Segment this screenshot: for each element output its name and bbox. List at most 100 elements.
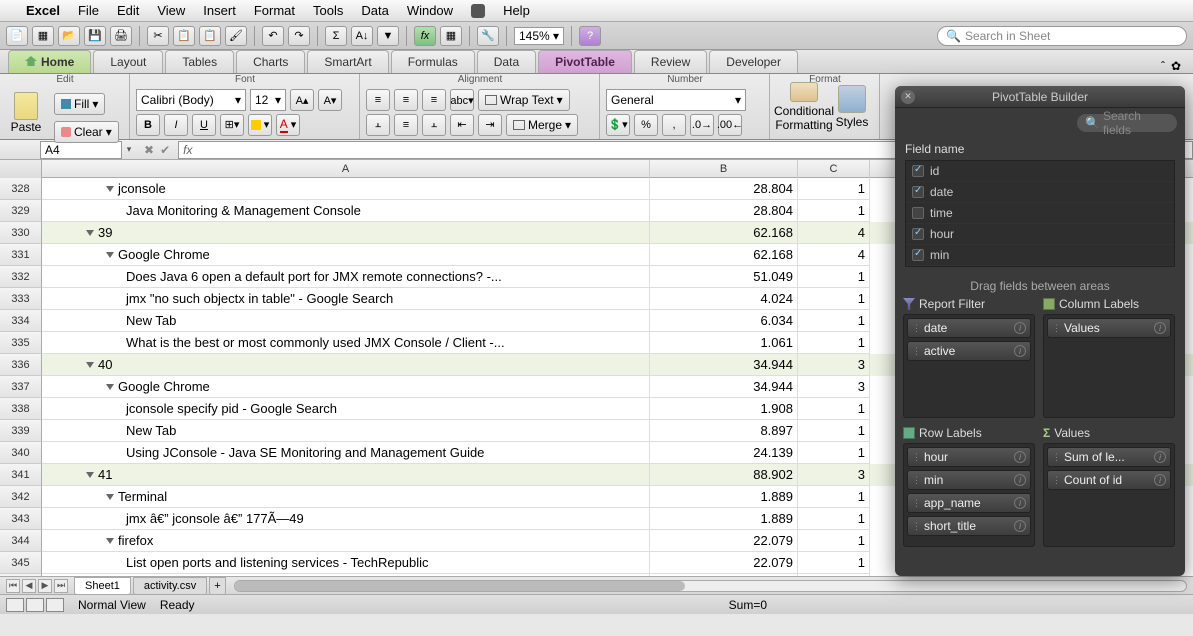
sheet-tab-2[interactable]: activity.csv: [133, 577, 207, 595]
collapse-icon[interactable]: [86, 472, 94, 478]
increase-decimal-button[interactable]: .0→: [690, 114, 714, 136]
tab-smartart[interactable]: SmartArt: [307, 50, 388, 73]
cell-b[interactable]: 8.897: [650, 420, 798, 442]
help-button[interactable]: ?: [579, 26, 601, 46]
fill-color-button[interactable]: ▾: [248, 114, 272, 136]
checkbox-icon[interactable]: [912, 249, 924, 261]
row-header[interactable]: 332: [0, 266, 42, 288]
pivot-field-item[interactable]: date: [906, 182, 1174, 203]
sort-button[interactable]: A↓: [351, 26, 373, 46]
drag-handle-icon[interactable]: ⋮: [912, 498, 921, 509]
tab-formulas[interactable]: Formulas: [391, 50, 475, 73]
cell-b[interactable]: 22.079: [650, 552, 798, 574]
ribbon-settings-icon[interactable]: ✿: [1171, 59, 1181, 73]
font-color-button[interactable]: A▾: [276, 114, 300, 136]
cell-a[interactable]: jconsole: [42, 178, 650, 200]
menu-file[interactable]: File: [78, 3, 99, 18]
tab-pivottable[interactable]: PivotTable: [538, 50, 632, 73]
cell-a[interactable]: jmx "no such objectx in table" - Google …: [42, 288, 650, 310]
cell-c[interactable]: 1: [798, 178, 870, 200]
zoom-select[interactable]: 145%▾: [514, 27, 564, 45]
pivot-pill[interactable]: ⋮app_namei: [907, 493, 1031, 513]
row-header[interactable]: 341: [0, 464, 42, 486]
menu-insert[interactable]: Insert: [203, 3, 236, 18]
cell-a[interactable]: 39: [42, 222, 650, 244]
percent-button[interactable]: %: [634, 114, 658, 136]
menu-format[interactable]: Format: [254, 3, 295, 18]
cell-b[interactable]: 1.889: [650, 486, 798, 508]
cut-button[interactable]: ✂: [147, 26, 169, 46]
cell-b[interactable]: 1.061: [650, 332, 798, 354]
row-header[interactable]: 330: [0, 222, 42, 244]
info-icon[interactable]: i: [1014, 497, 1026, 509]
menu-tools[interactable]: Tools: [313, 3, 343, 18]
col-header-b[interactable]: B: [650, 160, 798, 178]
cell-a[interactable]: List open ports and listening services -…: [42, 552, 650, 574]
checkbox-icon[interactable]: [912, 165, 924, 177]
info-icon[interactable]: i: [1014, 322, 1026, 334]
search-input[interactable]: 🔍 Search in Sheet: [937, 26, 1187, 46]
print-button[interactable]: 🖨: [110, 26, 132, 46]
script-icon[interactable]: [471, 4, 485, 18]
cell-a[interactable]: jconsole specify pid - Google Search: [42, 398, 650, 420]
tab-data[interactable]: Data: [477, 50, 536, 73]
collapse-icon[interactable]: [106, 186, 114, 192]
pivot-field-item[interactable]: min: [906, 245, 1174, 266]
fx-button[interactable]: fx: [414, 26, 436, 46]
currency-button[interactable]: 💲▾: [606, 114, 630, 136]
font-select[interactable]: Calibri (Body)▾: [136, 89, 246, 111]
shrink-font-button[interactable]: A▾: [318, 89, 342, 111]
row-header[interactable]: 337: [0, 376, 42, 398]
new-button[interactable]: 📄: [6, 26, 28, 46]
menu-help[interactable]: Help: [503, 3, 530, 18]
cell-a[interactable]: Terminal: [42, 486, 650, 508]
cell-c[interactable]: 1: [798, 530, 870, 552]
cell-b[interactable]: 62.168: [650, 244, 798, 266]
drag-handle-icon[interactable]: ⋮: [912, 452, 921, 463]
templates-button[interactable]: ▦: [32, 26, 54, 46]
row-header[interactable]: 339: [0, 420, 42, 442]
pivot-field-item[interactable]: time: [906, 203, 1174, 224]
number-format-select[interactable]: General▾: [606, 89, 746, 111]
paste-button[interactable]: 📋: [199, 26, 221, 46]
cell-b[interactable]: 51.049: [650, 266, 798, 288]
pivot-builder-panel[interactable]: ✕ PivotTable Builder 🔍Search fields Fiel…: [895, 86, 1185, 576]
cell-b[interactable]: 28.804: [650, 200, 798, 222]
row-header[interactable]: 334: [0, 310, 42, 332]
redo-button[interactable]: ↷: [288, 26, 310, 46]
menu-edit[interactable]: Edit: [117, 3, 139, 18]
cell-a[interactable]: New Tab: [42, 420, 650, 442]
info-icon[interactable]: i: [1014, 451, 1026, 463]
drag-handle-icon[interactable]: ⋮: [912, 521, 921, 532]
row-header[interactable]: 340: [0, 442, 42, 464]
select-all-corner[interactable]: [0, 160, 42, 178]
collapse-icon[interactable]: [106, 384, 114, 390]
collapse-icon[interactable]: [106, 494, 114, 500]
underline-button[interactable]: U: [192, 114, 216, 136]
align-left-button[interactable]: ≡: [366, 89, 390, 111]
cancel-formula-icon[interactable]: ✖: [144, 143, 154, 157]
cell-a[interactable]: firefox: [42, 530, 650, 552]
collapse-icon[interactable]: [106, 538, 114, 544]
cell-b[interactable]: 34.944: [650, 354, 798, 376]
app-name[interactable]: Excel: [26, 3, 60, 18]
grow-font-button[interactable]: A▴: [290, 89, 314, 111]
info-icon[interactable]: i: [1154, 451, 1166, 463]
comma-button[interactable]: ,: [662, 114, 686, 136]
wrap-text-button[interactable]: Wrap Text▾: [478, 89, 570, 111]
info-icon[interactable]: i: [1154, 474, 1166, 486]
pivot-field-list[interactable]: iddatetimehourmin: [905, 160, 1175, 267]
cell-b[interactable]: 1.889: [650, 508, 798, 530]
drag-handle-icon[interactable]: ⋮: [1052, 475, 1061, 486]
cell-c[interactable]: 1: [798, 398, 870, 420]
cell-b[interactable]: 34.944: [650, 376, 798, 398]
pivot-pill[interactable]: ⋮Valuesi: [1047, 318, 1171, 338]
checkbox-icon[interactable]: [912, 186, 924, 198]
view-switcher[interactable]: [6, 598, 64, 612]
sheet-nav[interactable]: ⏮◀▶⏭: [6, 579, 68, 593]
tab-home[interactable]: Home: [8, 50, 91, 73]
cell-b[interactable]: 28.804: [650, 178, 798, 200]
info-icon[interactable]: i: [1014, 474, 1026, 486]
copy-button[interactable]: 📋: [173, 26, 195, 46]
pivot-pill[interactable]: ⋮datei: [907, 318, 1031, 338]
